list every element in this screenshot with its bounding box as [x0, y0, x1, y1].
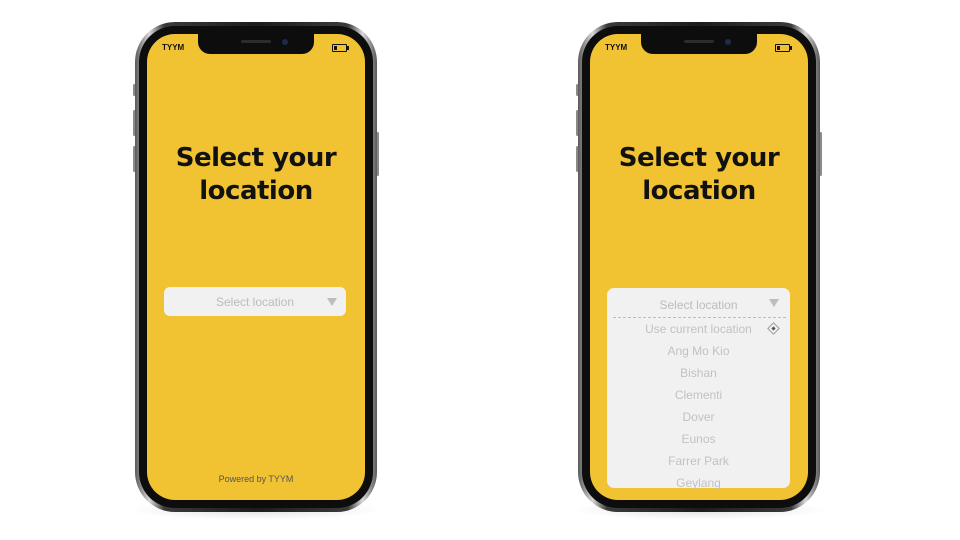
- page-title: Select your location: [147, 142, 365, 208]
- battery-icon: [775, 44, 792, 52]
- location-dropdown[interactable]: Select location Use current location Ang…: [607, 288, 790, 490]
- page-title: Select your location: [590, 142, 808, 208]
- option-label: Use current location: [645, 322, 752, 336]
- chevron-down-icon[interactable]: [769, 299, 779, 307]
- chevron-down-icon: [327, 298, 337, 306]
- location-dropdown-placeholder[interactable]: Select location: [607, 298, 790, 312]
- status-carrier: TYYM: [162, 43, 185, 52]
- battery-icon: [332, 44, 349, 52]
- option-eunos[interactable]: Eunos: [607, 428, 790, 450]
- front-camera: [725, 39, 731, 45]
- screen-location-dropdown: TYYM Select your location Select locatio…: [590, 34, 808, 500]
- status-carrier: TYYM: [605, 43, 628, 52]
- title-line-1: Select your: [175, 143, 337, 173]
- front-camera: [282, 39, 288, 45]
- option-use-current-location[interactable]: Use current location: [607, 318, 790, 340]
- powered-by-footer: Powered by TYYM: [218, 474, 294, 484]
- title-line-2: location: [199, 176, 313, 206]
- battery-level: [777, 46, 781, 50]
- location-select-placeholder: Select location: [215, 295, 295, 309]
- option-clementi[interactable]: Clementi: [607, 384, 790, 406]
- screen-select-location: TYYM Select your location Select locatio…: [147, 34, 365, 500]
- notch: [641, 34, 757, 54]
- option-bishan[interactable]: Bishan: [607, 362, 790, 384]
- notch: [198, 34, 314, 54]
- location-icon: [767, 322, 780, 335]
- location-options: Use current location Ang Mo Kio Bishan C…: [607, 318, 790, 494]
- phone-mockup-right: TYYM Select your location Select locatio…: [570, 22, 828, 520]
- option-ang-mo-kio[interactable]: Ang Mo Kio: [607, 340, 790, 362]
- battery-level: [334, 46, 338, 50]
- title-line-2: location: [642, 176, 756, 206]
- speaker: [241, 40, 271, 43]
- option-farrer-park[interactable]: Farrer Park: [607, 450, 790, 472]
- title-line-1: Select your: [618, 143, 780, 173]
- location-select[interactable]: Select location: [164, 287, 346, 316]
- option-geylang[interactable]: Geylang: [607, 472, 790, 494]
- speaker: [684, 40, 714, 43]
- option-dover[interactable]: Dover: [607, 406, 790, 428]
- phone-mockup-left: TYYM Select your location Select locatio…: [127, 22, 385, 520]
